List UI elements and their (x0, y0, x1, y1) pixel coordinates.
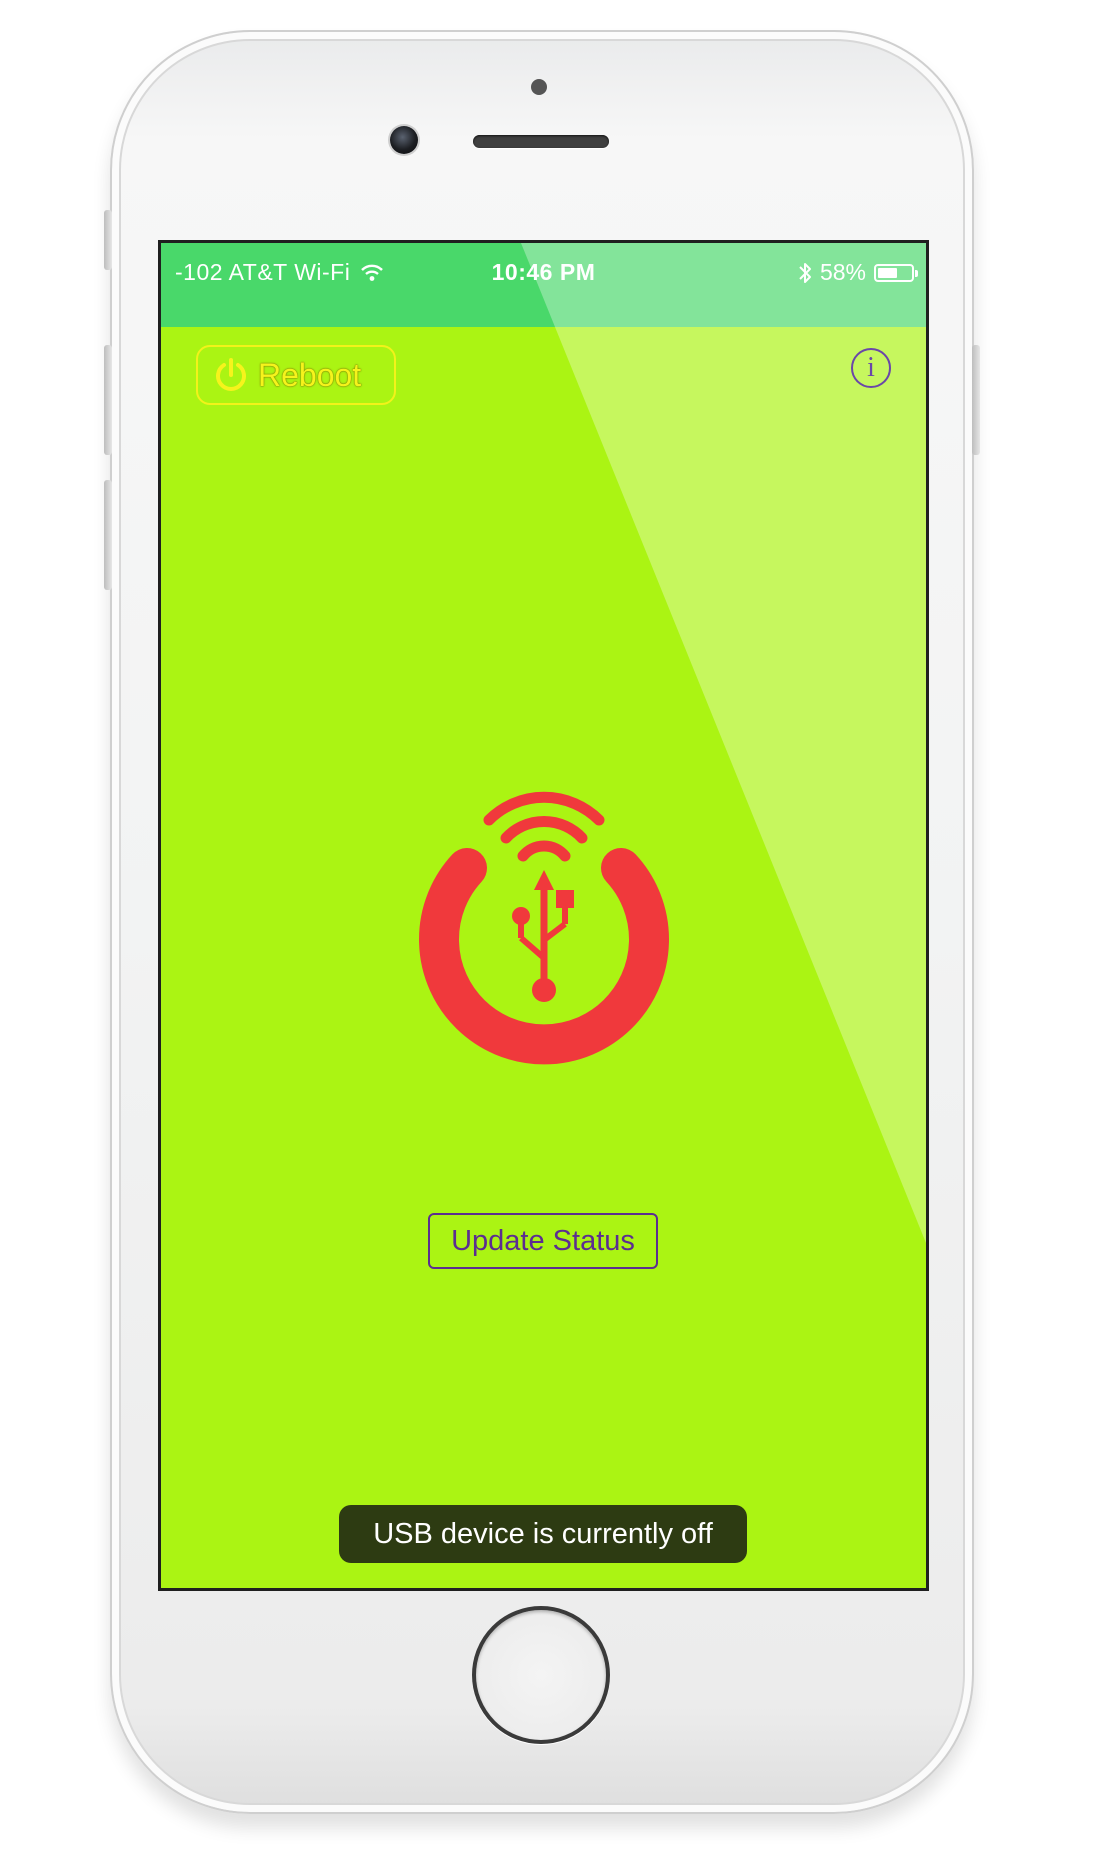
bluetooth-icon (799, 262, 811, 283)
battery-fill (878, 267, 897, 278)
update-status-label: Update Status (451, 1224, 635, 1257)
wifi-arc-inner (517, 840, 571, 862)
status-message: USB device is currently off (373, 1517, 713, 1550)
wifi-arc-middle (500, 816, 588, 844)
status-bar: -102 AT&T Wi-Fi 10:46 PM 58% (161, 243, 926, 327)
usb-wifi-power-icon (419, 791, 669, 1065)
update-status-button[interactable]: Update Status (428, 1213, 658, 1269)
proximity-sensor (531, 79, 547, 95)
info-icon: i (867, 352, 875, 383)
home-button[interactable] (472, 1606, 610, 1744)
front-camera (390, 126, 418, 154)
volume-up-button (104, 345, 112, 455)
usb-base (532, 978, 556, 1002)
power-icon (216, 358, 246, 391)
status-bar-right: 58% (798, 259, 918, 286)
app-screen: -102 AT&T Wi-Fi 10:46 PM 58% Reboot i Up… (158, 240, 929, 1591)
info-button[interactable]: i (851, 348, 891, 388)
screenshot-stage: -102 AT&T Wi-Fi 10:46 PM 58% Reboot i Up… (0, 0, 1100, 1850)
battery-tip (915, 269, 918, 277)
power-side-button (972, 345, 980, 455)
reboot-button[interactable]: Reboot (196, 345, 396, 405)
reboot-label: Reboot (258, 356, 362, 393)
battery-icon (874, 263, 918, 282)
volume-down-button (104, 480, 112, 590)
status-toast: USB device is currently off (339, 1505, 747, 1563)
side-button (104, 210, 112, 270)
earpiece-speaker (473, 135, 609, 148)
battery-percent: 58% (819, 259, 866, 285)
